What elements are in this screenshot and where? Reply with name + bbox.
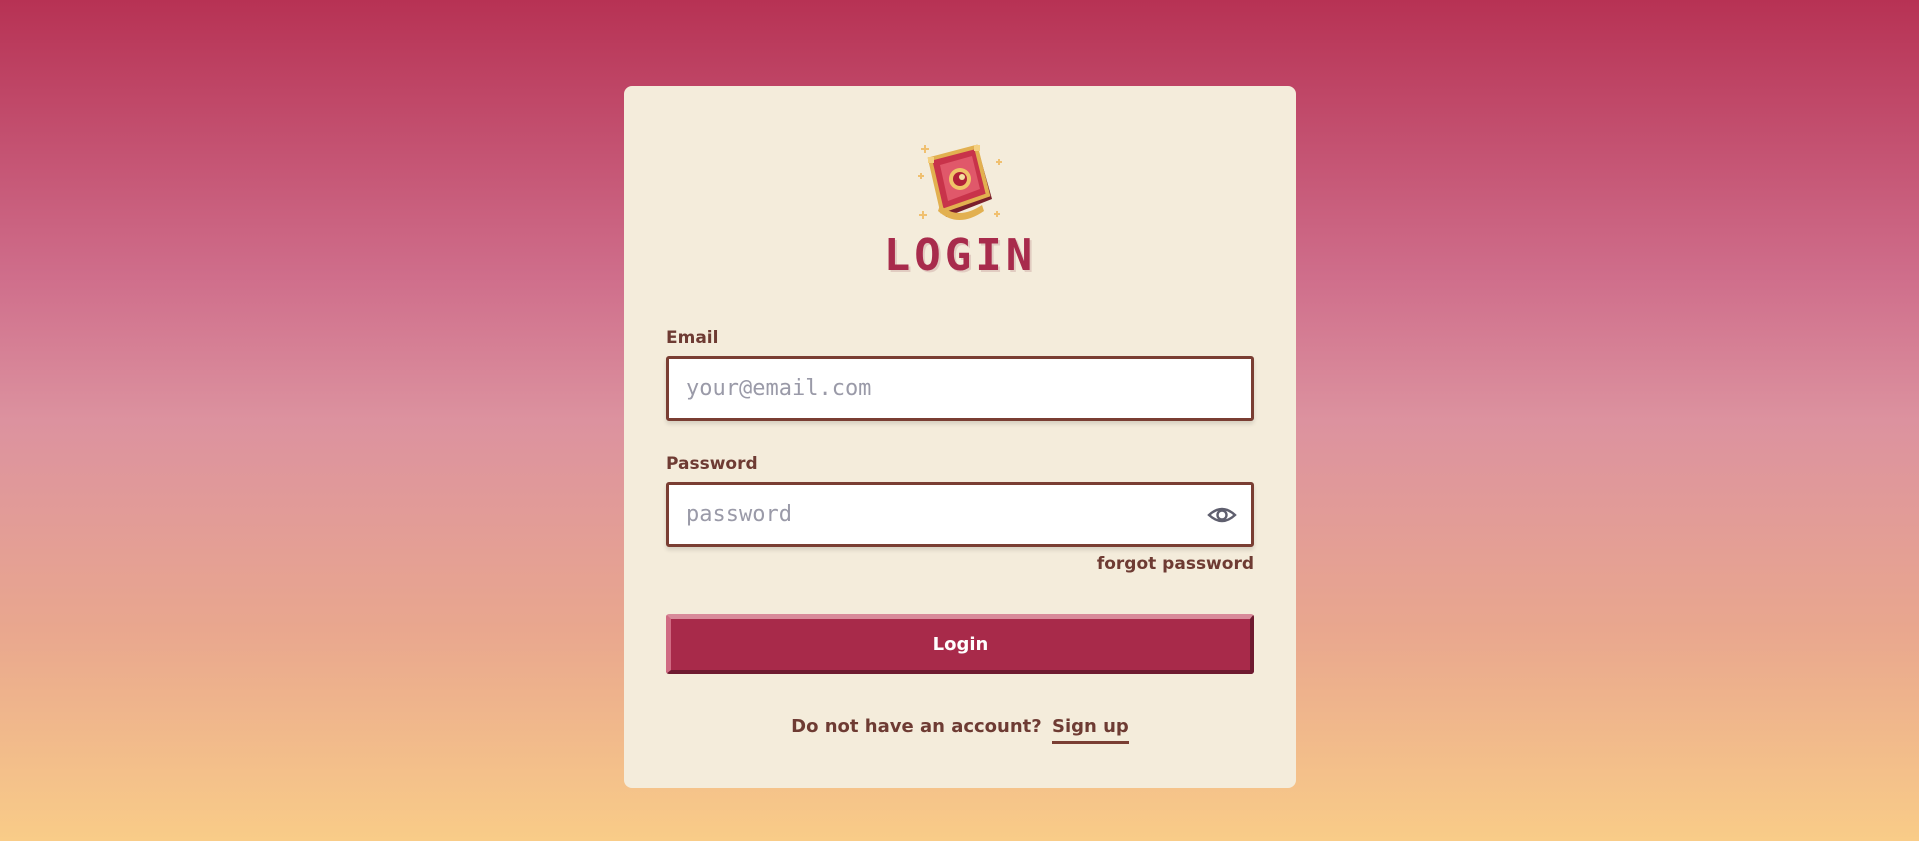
login-card: LOGIN Email Password forgot password Log… [624, 86, 1296, 788]
forgot-password-link[interactable]: forgot password [1097, 556, 1254, 573]
email-input[interactable] [669, 359, 1251, 418]
password-label: Password [666, 454, 758, 474]
signup-link[interactable]: Sign up [1052, 716, 1129, 744]
login-page: { "page": { "title": "LOGIN", "logo_icon… [0, 0, 1919, 841]
email-field-box [666, 356, 1254, 421]
email-label: Email [666, 328, 719, 348]
password-input[interactable] [669, 485, 1251, 544]
eye-icon[interactable] [1207, 502, 1237, 528]
page-title: LOGIN [883, 230, 1037, 281]
password-field-box [666, 482, 1254, 547]
signup-row: Do not have an account? Sign up [624, 716, 1296, 744]
signup-prompt: Do not have an account? [791, 716, 1042, 737]
spellbook-icon [918, 144, 1002, 220]
login-button[interactable]: Login [666, 614, 1254, 674]
